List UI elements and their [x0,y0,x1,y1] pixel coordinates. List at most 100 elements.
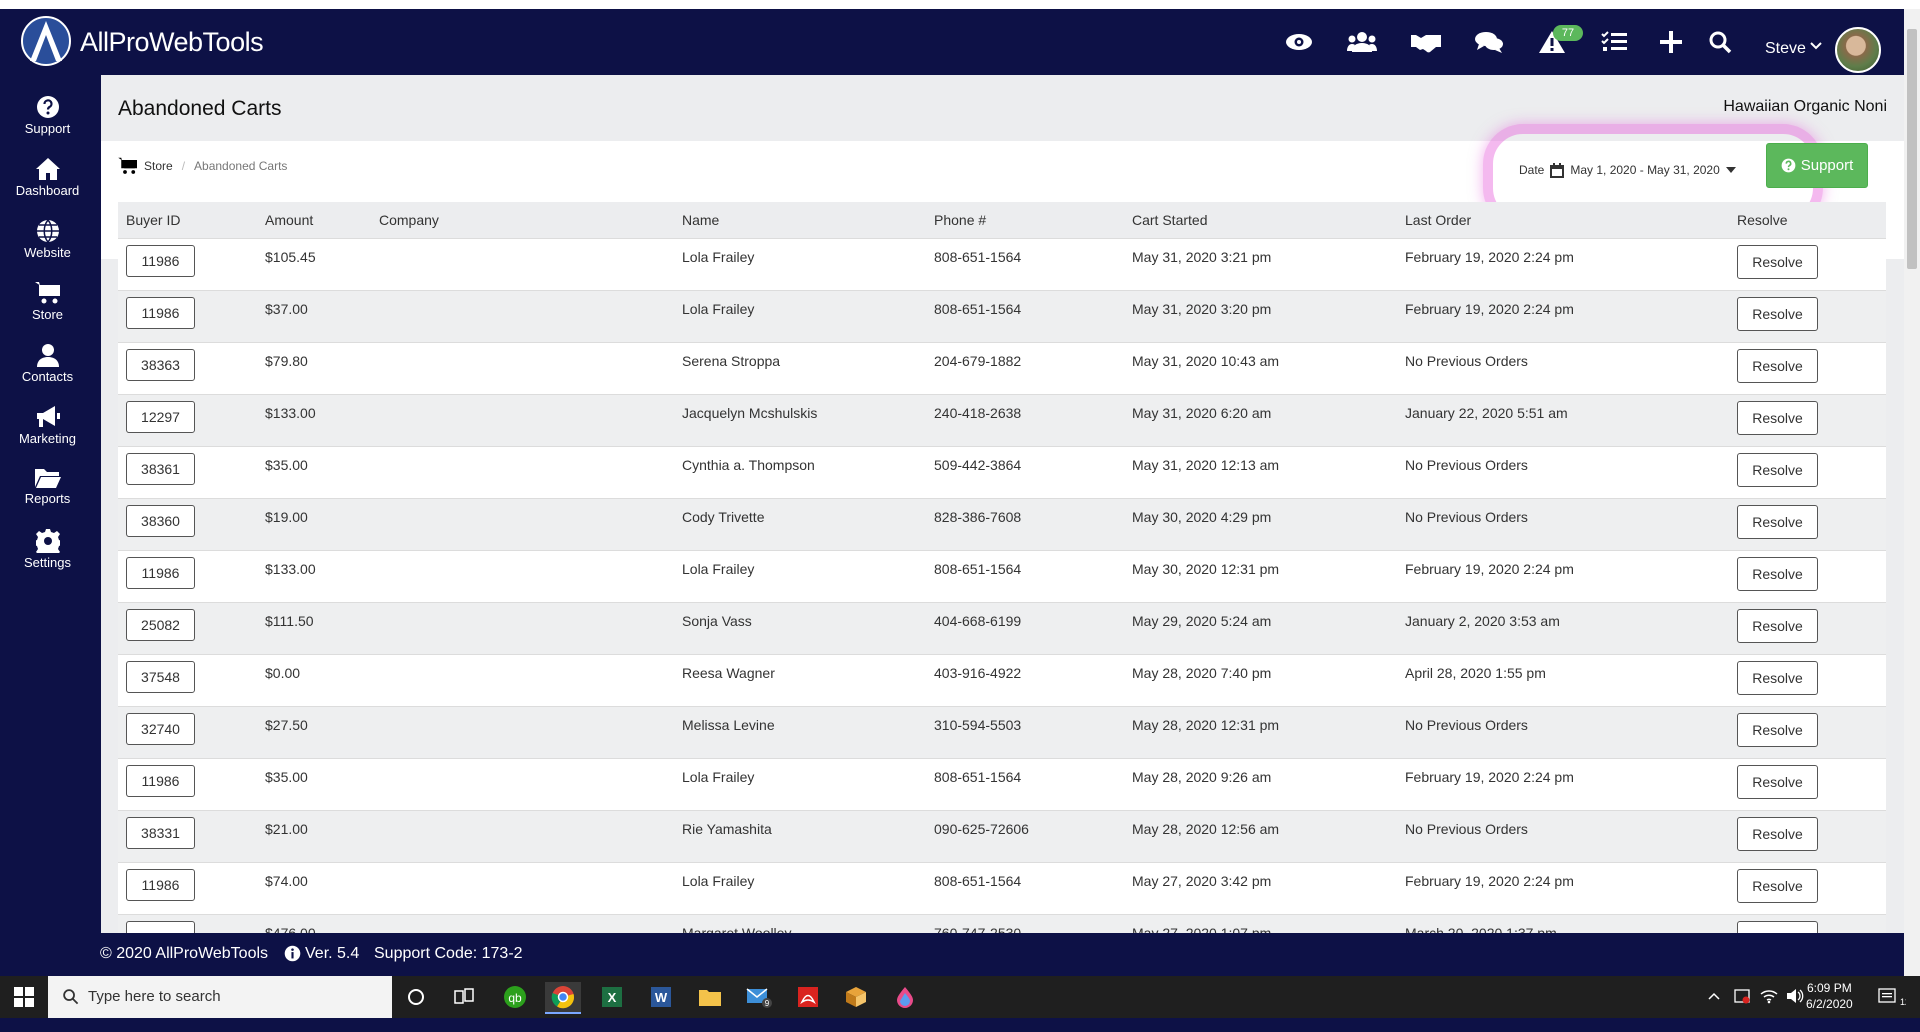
wifi-icon[interactable] [1760,988,1778,1030]
resolve-button[interactable]: Resolve [1737,920,1818,933]
users-icon[interactable] [1347,27,1377,57]
resolve-button[interactable]: Resolve [1737,868,1818,903]
column-header[interactable]: Last Order [1397,202,1729,238]
date-range-picker[interactable]: Date May 1, 2020 - May 31, 2020 [1519,152,1736,188]
sidebar-item-settings[interactable]: Settings [0,519,95,579]
cell-company [371,706,674,758]
tasks-icon[interactable] [1599,27,1629,57]
word-icon[interactable]: W [643,982,679,1012]
cell-last-order: No Previous Orders [1405,716,1528,733]
taskbar-search-input[interactable]: Type here to search [48,976,392,1018]
resolve-button[interactable]: Resolve [1737,712,1818,747]
cell-cart-started: May 30, 2020 12:31 pm [1132,560,1280,577]
sidebar-item-store[interactable]: Store [0,271,95,331]
file-explorer-icon[interactable] [692,982,728,1012]
sidebar-item-contacts[interactable]: Contacts [0,333,95,393]
table-header-row: Buyer ID Amount Company Name Phone # Car… [118,202,1886,238]
cell-buyer-id: 38331 [118,810,257,862]
sidebar-item-reports[interactable]: Reports [0,457,95,517]
column-header[interactable]: Name [674,202,926,238]
support-button[interactable]: Support [1766,143,1868,188]
allpro-logo-icon[interactable] [20,15,72,67]
tray-security-icon[interactable] [1734,988,1750,1030]
chat-icon[interactable] [1474,27,1504,57]
resolve-button[interactable]: Resolve [1737,296,1818,331]
windows-start-icon[interactable] [14,987,34,1007]
paint-app-icon[interactable] [887,982,923,1012]
home-icon [35,158,60,180]
cell-last-order: January 2, 2020 3:53 am [1405,612,1560,629]
table-row: 11986 $133.00 Lola Frailey 808-651-1564 May … [118,550,1886,602]
site-name[interactable]: Hawaiian Organic Noni [1723,98,1887,116]
plus-icon[interactable] [1656,27,1686,57]
excel-icon[interactable]: X [594,982,630,1012]
resolve-button[interactable]: Resolve [1737,504,1818,539]
buyer-id-button[interactable]: 32740 [126,712,195,745]
column-header[interactable]: Buyer ID [118,202,257,238]
quickbooks-icon[interactable]: qb [497,982,533,1012]
buyer-id-button[interactable]: 11986 [126,244,195,277]
resolve-button[interactable]: Resolve [1737,816,1818,851]
sidebar-item-label: Settings [24,555,71,570]
column-header[interactable]: Amount [257,202,371,238]
column-header[interactable]: Cart Started [1124,202,1397,238]
scrollbar-thumb[interactable] [1907,29,1917,269]
buyer-id-button[interactable]: 38331 [126,816,195,849]
action-center-icon[interactable]: 12 [1878,988,1910,1030]
buyer-id-button[interactable]: 25082 [126,608,195,641]
calendar-icon [1550,162,1565,178]
mail-icon[interactable]: 9 [741,982,777,1012]
resolve-button[interactable]: Resolve [1737,244,1818,279]
sidebar-item-marketing[interactable]: Marketing [0,395,95,455]
taskbar-clock[interactable]: 6:09 PM 6/2/2020 [1806,980,1853,1012]
sidebar-item-dashboard[interactable]: Dashboard [0,147,95,207]
task-view-icon[interactable] [446,982,482,1012]
brand-name[interactable]: AllProWebTools [80,27,264,58]
column-header[interactable]: Company [371,202,674,238]
buyer-id-button[interactable]: 12297 [126,400,195,433]
buyer-id-button[interactable]: 11986 [126,556,195,589]
buyer-id-button[interactable]: 11986 [126,764,195,797]
buyer-id-button[interactable]: 11986 [126,296,195,329]
cell-company [371,238,674,290]
cortana-icon[interactable] [398,982,434,1012]
resolve-button[interactable]: Resolve [1737,348,1818,383]
acrobat-icon[interactable] [790,982,826,1012]
buyer-id-button[interactable]: 38360 [126,504,195,537]
resolve-button[interactable]: Resolve [1737,556,1818,591]
column-header[interactable]: Phone # [926,202,1124,238]
cell-name: Cody Trivette [682,508,765,525]
cell-name: Sonja Vass [682,612,752,629]
search-icon[interactable] [1705,27,1735,57]
handshake-icon[interactable] [1411,27,1441,57]
resolve-button[interactable]: Resolve [1737,660,1818,695]
sidebar-item-support[interactable]: Support [0,85,95,145]
resolve-button[interactable]: Resolve [1737,608,1818,643]
page-scrollbar[interactable] [1904,9,1920,976]
table-row: 11986 $105.45 Lola Frailey 808-651-1564 May … [118,238,1886,290]
buyer-id-button[interactable]: 38363 [126,348,195,381]
avatar[interactable] [1835,27,1881,73]
buyer-id-button[interactable]: 38361 [126,452,195,485]
buyer-id-button[interactable]: 11986 [126,868,195,901]
resolve-button[interactable]: Resolve [1737,400,1818,435]
chevron-down-icon[interactable] [1810,38,1822,54]
cell-cart-started: May 31, 2020 3:20 pm [1132,300,1272,317]
top-navbar: AllProWebTools 77 Steve [0,9,1904,75]
column-header[interactable]: Resolve [1729,202,1886,238]
sidebar-item-website[interactable]: Website [0,209,95,269]
table-row: 38331 $21.00 Rie Yamashita 090-625-72606 May… [118,810,1886,862]
user-menu-name[interactable]: Steve [1765,40,1806,58]
breadcrumb-store-link[interactable]: Store [144,159,173,173]
eye-icon[interactable] [1284,27,1314,57]
app-package-icon[interactable] [838,982,874,1012]
search-icon [63,989,79,1005]
buyer-id-button[interactable] [126,920,195,933]
buyer-id-button[interactable]: 37548 [126,660,195,693]
resolve-button[interactable]: Resolve [1737,764,1818,799]
volume-icon[interactable] [1786,988,1804,1030]
chrome-icon[interactable] [545,982,581,1014]
cell-resolve: Resolve [1729,602,1886,654]
resolve-button[interactable]: Resolve [1737,452,1818,487]
tray-chevron-up-icon[interactable] [1708,990,1720,1032]
